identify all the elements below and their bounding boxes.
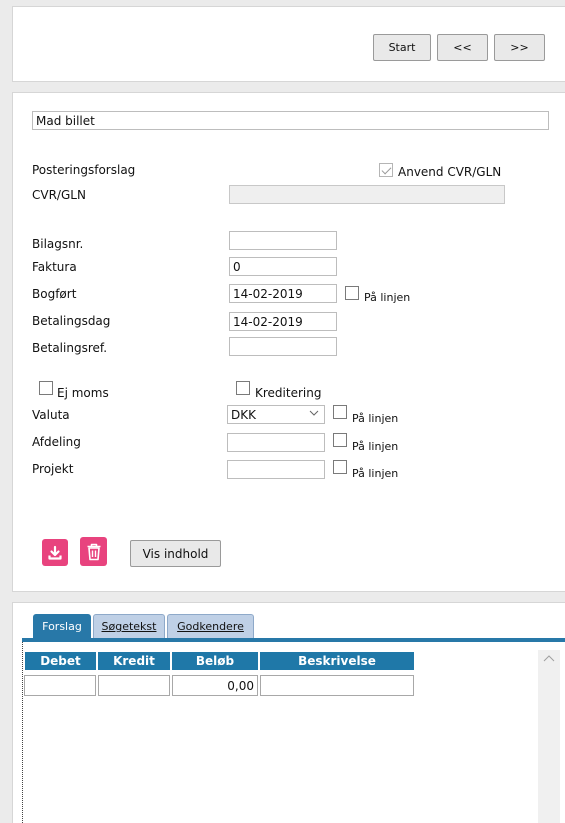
column-header-kredit: Kredit <box>97 651 171 671</box>
bilagsnr-input[interactable] <box>229 231 337 250</box>
bogfoert-label: Bogført <box>32 287 77 301</box>
projekt-label: Projekt <box>32 462 74 476</box>
projekt-input[interactable] <box>227 460 325 479</box>
valuta-paa-linjen-label: På linjen <box>352 412 399 425</box>
betalingsref-input[interactable] <box>229 337 337 356</box>
kreditering-checkbox[interactable] <box>236 381 250 395</box>
cvr-input[interactable] <box>229 185 505 204</box>
afdeling-paa-linjen-label: På linjen <box>352 440 399 453</box>
bilagsnr-label: Bilagsnr. <box>32 237 84 251</box>
next-button[interactable]: >> <box>494 34 545 61</box>
cvr-label: CVR/GLN <box>32 188 86 202</box>
betalingsdag-input[interactable]: 14-02-2019 <box>229 312 337 331</box>
bogfoert-paa-linjen-label: På linjen <box>364 291 411 304</box>
betalingsdag-label: Betalingsdag <box>32 314 111 328</box>
cell-beskrivelse[interactable] <box>260 675 414 696</box>
vis-indhold-button[interactable]: Vis indhold <box>130 540 221 567</box>
download-icon <box>48 545 62 560</box>
scroll-up-icon <box>543 655 555 662</box>
valuta-select[interactable]: DKK <box>227 405 325 424</box>
tab-forslag[interactable]: Forslag <box>33 614 91 638</box>
afdeling-label: Afdeling <box>32 435 81 449</box>
bogfoert-date-input[interactable]: 14-02-2019 <box>229 284 337 303</box>
valuta-value: DKK <box>231 408 256 422</box>
cell-beloeb[interactable]: 0,00 <box>172 675 258 696</box>
download-button[interactable] <box>42 539 68 566</box>
ej-moms-label: Ej moms <box>57 386 109 400</box>
start-button[interactable]: Start <box>373 34 431 61</box>
anvend-cvr-checkbox[interactable] <box>379 163 393 177</box>
posteringsforslag-label: Posteringsforslag <box>32 163 136 177</box>
valuta-label: Valuta <box>32 408 70 422</box>
tab-soegetekst[interactable]: Søgetekst <box>93 614 165 638</box>
chevron-down-icon <box>309 410 319 416</box>
column-header-debet: Debet <box>24 651 97 671</box>
faktura-input[interactable]: 0 <box>229 257 337 276</box>
afdeling-paa-linjen-checkbox[interactable] <box>333 433 347 447</box>
column-header-beloeb: Beløb <box>171 651 259 671</box>
ej-moms-checkbox[interactable] <box>39 381 53 395</box>
tab-godkendere[interactable]: Godkendere <box>167 614 254 638</box>
grid-scrollbar[interactable] <box>538 650 560 823</box>
column-header-beskrivelse: Beskrivelse <box>259 651 415 671</box>
previous-button[interactable]: << <box>437 34 488 61</box>
valuta-paa-linjen-checkbox[interactable] <box>333 405 347 419</box>
bogfoert-paa-linjen-checkbox[interactable] <box>345 286 359 300</box>
faktura-label: Faktura <box>32 260 77 274</box>
description-input[interactable]: Mad billet <box>32 111 549 130</box>
delete-button[interactable] <box>80 537 107 566</box>
anvend-cvr-label: Anvend CVR/GLN <box>398 165 502 179</box>
cell-kredit[interactable] <box>98 675 170 696</box>
afdeling-input[interactable] <box>227 433 325 452</box>
kreditering-label: Kreditering <box>255 386 322 400</box>
projekt-paa-linjen-checkbox[interactable] <box>333 460 347 474</box>
trash-icon <box>87 543 100 560</box>
cell-debet[interactable] <box>24 675 96 696</box>
betalingsref-label: Betalingsref. <box>32 341 108 355</box>
projekt-paa-linjen-label: På linjen <box>352 467 399 480</box>
